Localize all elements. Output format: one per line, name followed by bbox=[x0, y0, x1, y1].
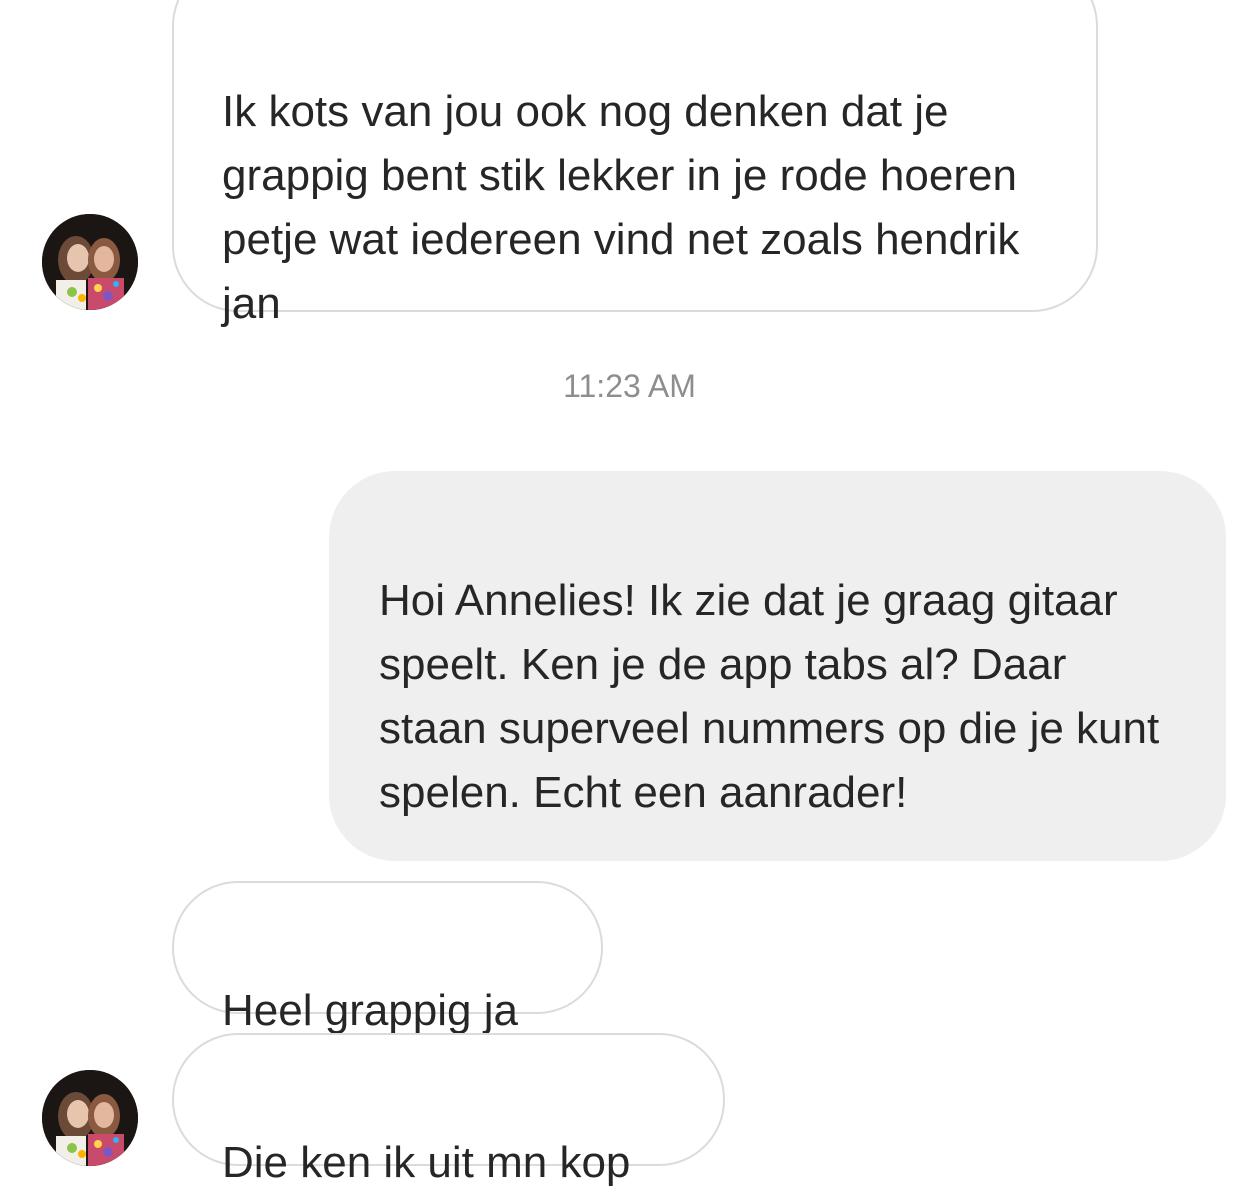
message-bubble-incoming[interactable]: Ik kots van jou ook nog denken dat je gr… bbox=[172, 0, 1098, 328]
message-text: Ik kots van jou ook nog denken dat je gr… bbox=[222, 87, 1020, 328]
message-text: Heel grappig ja bbox=[222, 986, 518, 1035]
message-text: Die ken ik uit mn kop bbox=[222, 1138, 631, 1187]
profile-photo-avatar-icon bbox=[42, 214, 138, 310]
message-text: Hoi Annelies! Ik zie dat je graag gitaar… bbox=[379, 576, 1160, 817]
avatar[interactable] bbox=[42, 214, 138, 310]
message-bubble-outgoing[interactable]: Hoi Annelies! Ik zie dat je graag gitaar… bbox=[329, 471, 1226, 861]
message-bubble-incoming[interactable]: Heel grappig ja bbox=[172, 881, 603, 1035]
profile-photo-avatar-icon bbox=[42, 1070, 138, 1166]
message-bubble-incoming[interactable]: Die ken ik uit mn kop bbox=[172, 1033, 725, 1187]
message-timestamp: 11:23 AM bbox=[563, 368, 696, 404]
avatar[interactable] bbox=[42, 1070, 138, 1166]
